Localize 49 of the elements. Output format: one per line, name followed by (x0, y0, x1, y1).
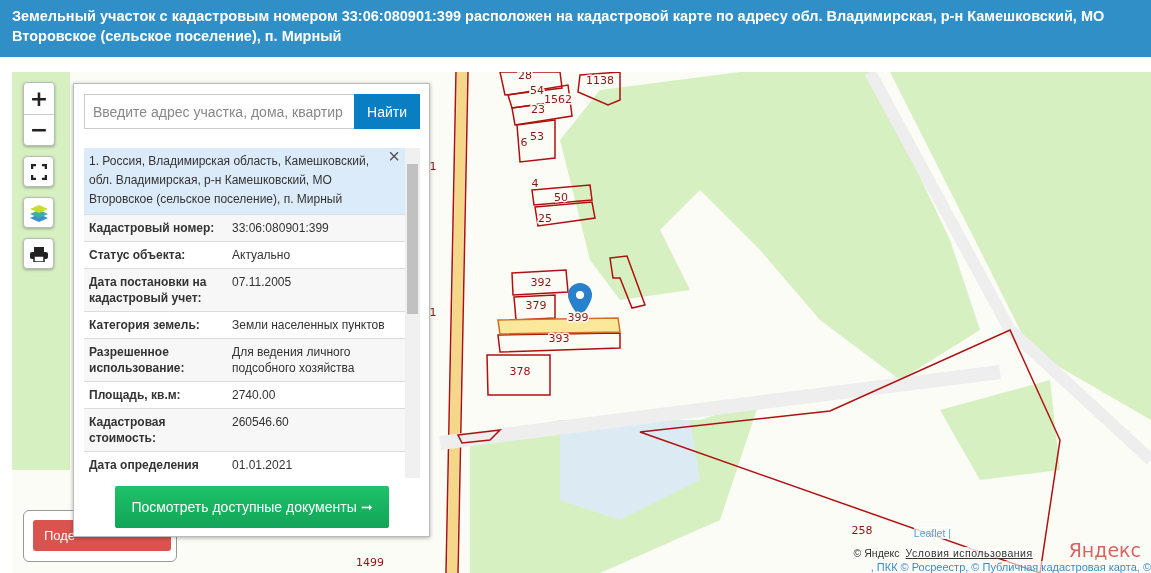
parcel-number: 392 (530, 276, 552, 289)
field-label: Разрешенное использование: (89, 344, 186, 376)
printer-icon (29, 245, 48, 262)
parcel-number: 6 (520, 136, 528, 149)
field-label: Статус объекта: (89, 247, 187, 263)
parcel-number: 25 (538, 212, 552, 225)
zoom-out-button[interactable]: − (24, 114, 54, 145)
scrollbar[interactable] (405, 148, 420, 478)
parcel-number: 379 (525, 299, 547, 312)
field-value: 260546.60 (232, 414, 290, 431)
fullscreen-button[interactable] (23, 156, 54, 187)
field-value: 01.01.2021 (232, 457, 294, 473)
field-label: Кадастровая стоимость: (89, 414, 167, 446)
field-label: Кадастровый номер: (89, 220, 216, 236)
terms-link[interactable]: Условия использования (905, 547, 1033, 559)
sources-attribution: , ПКК © Росреестр, © Публичная кадастровая карта, © (870, 561, 1151, 573)
parcel-number: 1 (429, 160, 437, 173)
field-value: Для ведения личного подсобного хозяйства (232, 344, 356, 376)
parcel-number: 258 (851, 524, 873, 537)
print-button[interactable] (23, 238, 54, 269)
parcel-number: 378 (509, 365, 531, 378)
parcel-number: 50 (554, 191, 568, 204)
copyright-text: © Яндекс (853, 547, 900, 559)
field-value: Актуально (232, 247, 292, 263)
parcel-number: 1499 (356, 556, 384, 569)
layers-icon (28, 202, 49, 223)
zoom-in-button[interactable]: + (24, 83, 54, 114)
field-label: Дата определения (89, 457, 200, 473)
map[interactable] (12, 72, 1151, 573)
parcel-number: 1 (429, 306, 437, 319)
parcel-number: 53 (530, 130, 544, 143)
search-button[interactable]: Найти (354, 94, 420, 129)
page-title: Земельный участок с кадастровым номером 33:06:080901:399 расположен на кадастровой карте по адресу обл. Владимирская, р-н Камешковский, МО Второвское (сельское поселение), п. Мирный (12, 7, 1106, 46)
parcel-number: 23 (531, 103, 545, 116)
field-label: Дата постановки на кадастровый учет: (89, 274, 208, 306)
field-value: 2740.00 (232, 387, 277, 403)
address-search-field[interactable]: Введите адрес участка, дома, квартир (84, 94, 354, 129)
parcel-number: 4 (531, 177, 539, 190)
fullscreen-icon (30, 163, 47, 180)
parcel-number: 393 (548, 332, 570, 345)
map-logo: Яндекс (1068, 539, 1141, 561)
field-value: Земли населенных пунктов (232, 317, 386, 333)
field-label: Категория земель: (89, 317, 201, 333)
field-label: Площадь, кв.м: (89, 387, 182, 403)
close-button[interactable]: × (388, 146, 400, 166)
layers-button[interactable] (23, 197, 54, 228)
parcel-number: 1138 (586, 74, 614, 87)
field-value: 33:06:080901:399 (232, 220, 330, 236)
field-value: 07.11.2005 (232, 274, 293, 291)
